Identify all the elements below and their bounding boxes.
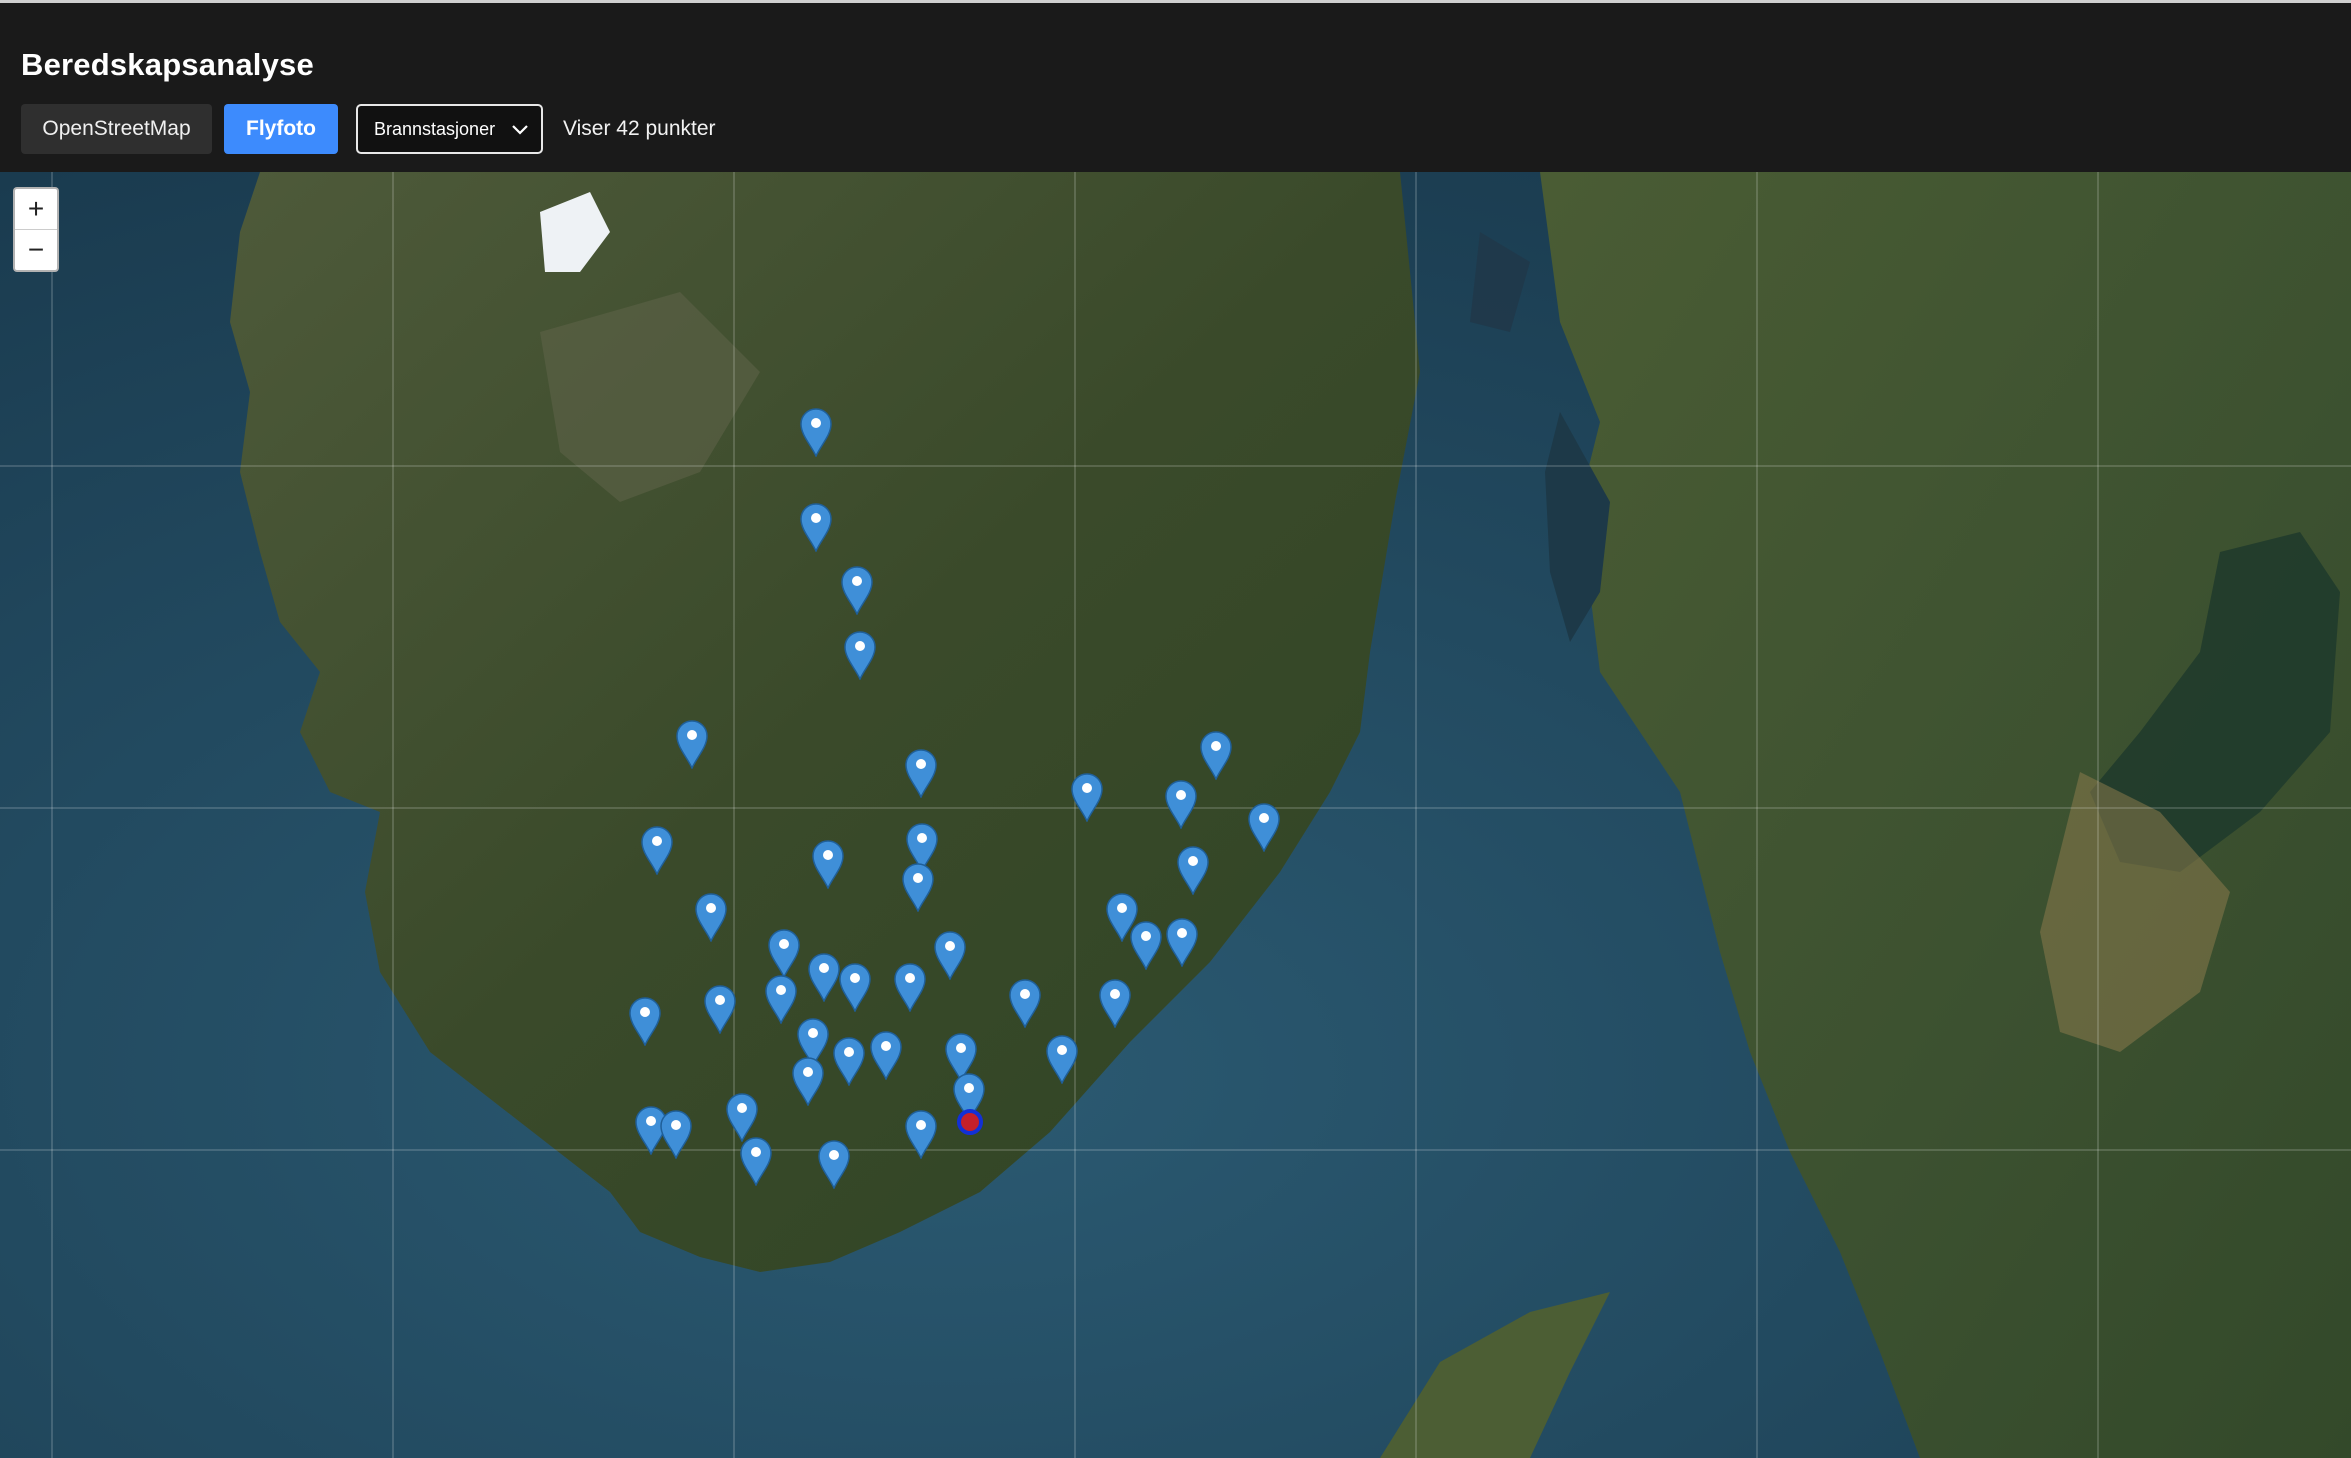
fire-station-marker[interactable] bbox=[1098, 978, 1132, 1028]
map-pin-icon bbox=[726, 1093, 758, 1142]
fire-station-marker[interactable] bbox=[843, 630, 877, 680]
map-pin-icon bbox=[818, 1140, 850, 1189]
fire-station-marker[interactable] bbox=[1129, 920, 1163, 970]
fire-station-marker[interactable] bbox=[832, 1036, 866, 1086]
map-pin-icon bbox=[934, 931, 966, 980]
fire-station-marker[interactable] bbox=[640, 825, 674, 875]
fire-station-marker[interactable] bbox=[659, 1109, 693, 1159]
zoom-control: + − bbox=[13, 187, 59, 272]
fire-station-marker[interactable] bbox=[791, 1056, 825, 1106]
fire-station-marker[interactable] bbox=[1247, 802, 1281, 852]
fire-station-marker[interactable] bbox=[1176, 845, 1210, 895]
fire-station-marker[interactable] bbox=[1199, 730, 1233, 780]
points-count-text: Viser 42 punkter bbox=[563, 117, 716, 140]
map-pin-icon bbox=[1165, 780, 1197, 829]
fire-station-marker[interactable] bbox=[904, 748, 938, 798]
fire-station-marker[interactable] bbox=[739, 1136, 773, 1186]
fire-station-marker[interactable] bbox=[1165, 917, 1199, 967]
fire-station-marker[interactable] bbox=[904, 1109, 938, 1159]
fire-station-marker[interactable] bbox=[1070, 772, 1104, 822]
chevron-down-icon bbox=[511, 120, 529, 141]
map-pin-icon bbox=[841, 566, 873, 615]
map-pin-icon bbox=[902, 863, 934, 912]
map-pin-icon bbox=[833, 1037, 865, 1086]
map-pin-icon bbox=[800, 503, 832, 552]
fire-station-marker[interactable] bbox=[817, 1139, 851, 1189]
map-pin-icon bbox=[1248, 803, 1280, 852]
fire-station-marker[interactable] bbox=[703, 984, 737, 1034]
fire-station-marker[interactable] bbox=[933, 930, 967, 980]
map-pin-icon bbox=[1099, 979, 1131, 1028]
fire-station-marker[interactable] bbox=[675, 719, 709, 769]
fire-station-marker[interactable] bbox=[1164, 779, 1198, 829]
selected-location-marker[interactable] bbox=[957, 1109, 983, 1135]
fire-station-marker[interactable] bbox=[1045, 1034, 1079, 1084]
app-title: Beredskapsanalyse bbox=[21, 47, 314, 82]
map-pin-icon bbox=[894, 963, 926, 1012]
fire-station-marker[interactable] bbox=[901, 862, 935, 912]
map-pin-icon bbox=[870, 1031, 902, 1080]
fire-station-marker[interactable] bbox=[725, 1092, 759, 1142]
controls-row: OpenStreetMap Flyfoto Brannstasjoner Vis… bbox=[21, 104, 716, 154]
map-pin-icon bbox=[905, 749, 937, 798]
map-pin-icon bbox=[695, 893, 727, 942]
map-pin-icon bbox=[641, 826, 673, 875]
fire-station-marker[interactable] bbox=[893, 962, 927, 1012]
fire-station-marker[interactable] bbox=[840, 565, 874, 615]
map-pin-icon bbox=[765, 975, 797, 1024]
map-pin-icon bbox=[1071, 773, 1103, 822]
dataset-select-value: Brannstasjoner bbox=[374, 118, 496, 139]
map-pin-icon bbox=[1200, 731, 1232, 780]
fire-station-marker[interactable] bbox=[628, 996, 662, 1046]
map-pin-icon bbox=[629, 997, 661, 1046]
map-pin-icon bbox=[1166, 918, 1198, 967]
map-pin-icon bbox=[905, 1110, 937, 1159]
top-bar: Beredskapsanalyse OpenStreetMap Flyfoto … bbox=[0, 0, 2351, 172]
fire-station-marker[interactable] bbox=[694, 892, 728, 942]
map-pin-icon bbox=[1009, 979, 1041, 1028]
fire-station-marker[interactable] bbox=[811, 839, 845, 889]
zoom-out-button[interactable]: − bbox=[15, 230, 57, 270]
fire-station-marker[interactable] bbox=[807, 952, 841, 1002]
fire-station-marker[interactable] bbox=[799, 502, 833, 552]
aerial-photo-layer-button[interactable]: Flyfoto bbox=[224, 104, 338, 154]
map-pin-icon bbox=[800, 408, 832, 457]
fire-station-marker[interactable] bbox=[1008, 978, 1042, 1028]
map-pin-icon bbox=[1177, 846, 1209, 895]
map-pin-icon bbox=[676, 720, 708, 769]
fire-station-marker[interactable] bbox=[799, 407, 833, 457]
openstreetmap-layer-button[interactable]: OpenStreetMap bbox=[21, 104, 212, 154]
fire-station-marker[interactable] bbox=[767, 928, 801, 978]
map-pin-icon bbox=[704, 985, 736, 1034]
fire-station-marker[interactable] bbox=[838, 962, 872, 1012]
map-canvas[interactable]: + − bbox=[0, 172, 2351, 1458]
zoom-in-button[interactable]: + bbox=[15, 189, 57, 230]
dataset-select[interactable]: Brannstasjoner bbox=[356, 104, 543, 154]
map-pin-icon bbox=[812, 840, 844, 889]
fire-station-marker[interactable] bbox=[869, 1030, 903, 1080]
fire-station-marker[interactable] bbox=[764, 974, 798, 1024]
map-pin-icon bbox=[808, 953, 840, 1002]
map-pin-icon bbox=[844, 631, 876, 680]
map-pin-icon bbox=[1046, 1035, 1078, 1084]
map-pin-icon bbox=[1130, 921, 1162, 970]
map-pin-icon bbox=[792, 1057, 824, 1106]
map-pin-icon bbox=[768, 929, 800, 978]
map-pin-icon bbox=[660, 1110, 692, 1159]
map-pin-icon bbox=[839, 963, 871, 1012]
map-pin-icon bbox=[740, 1137, 772, 1186]
